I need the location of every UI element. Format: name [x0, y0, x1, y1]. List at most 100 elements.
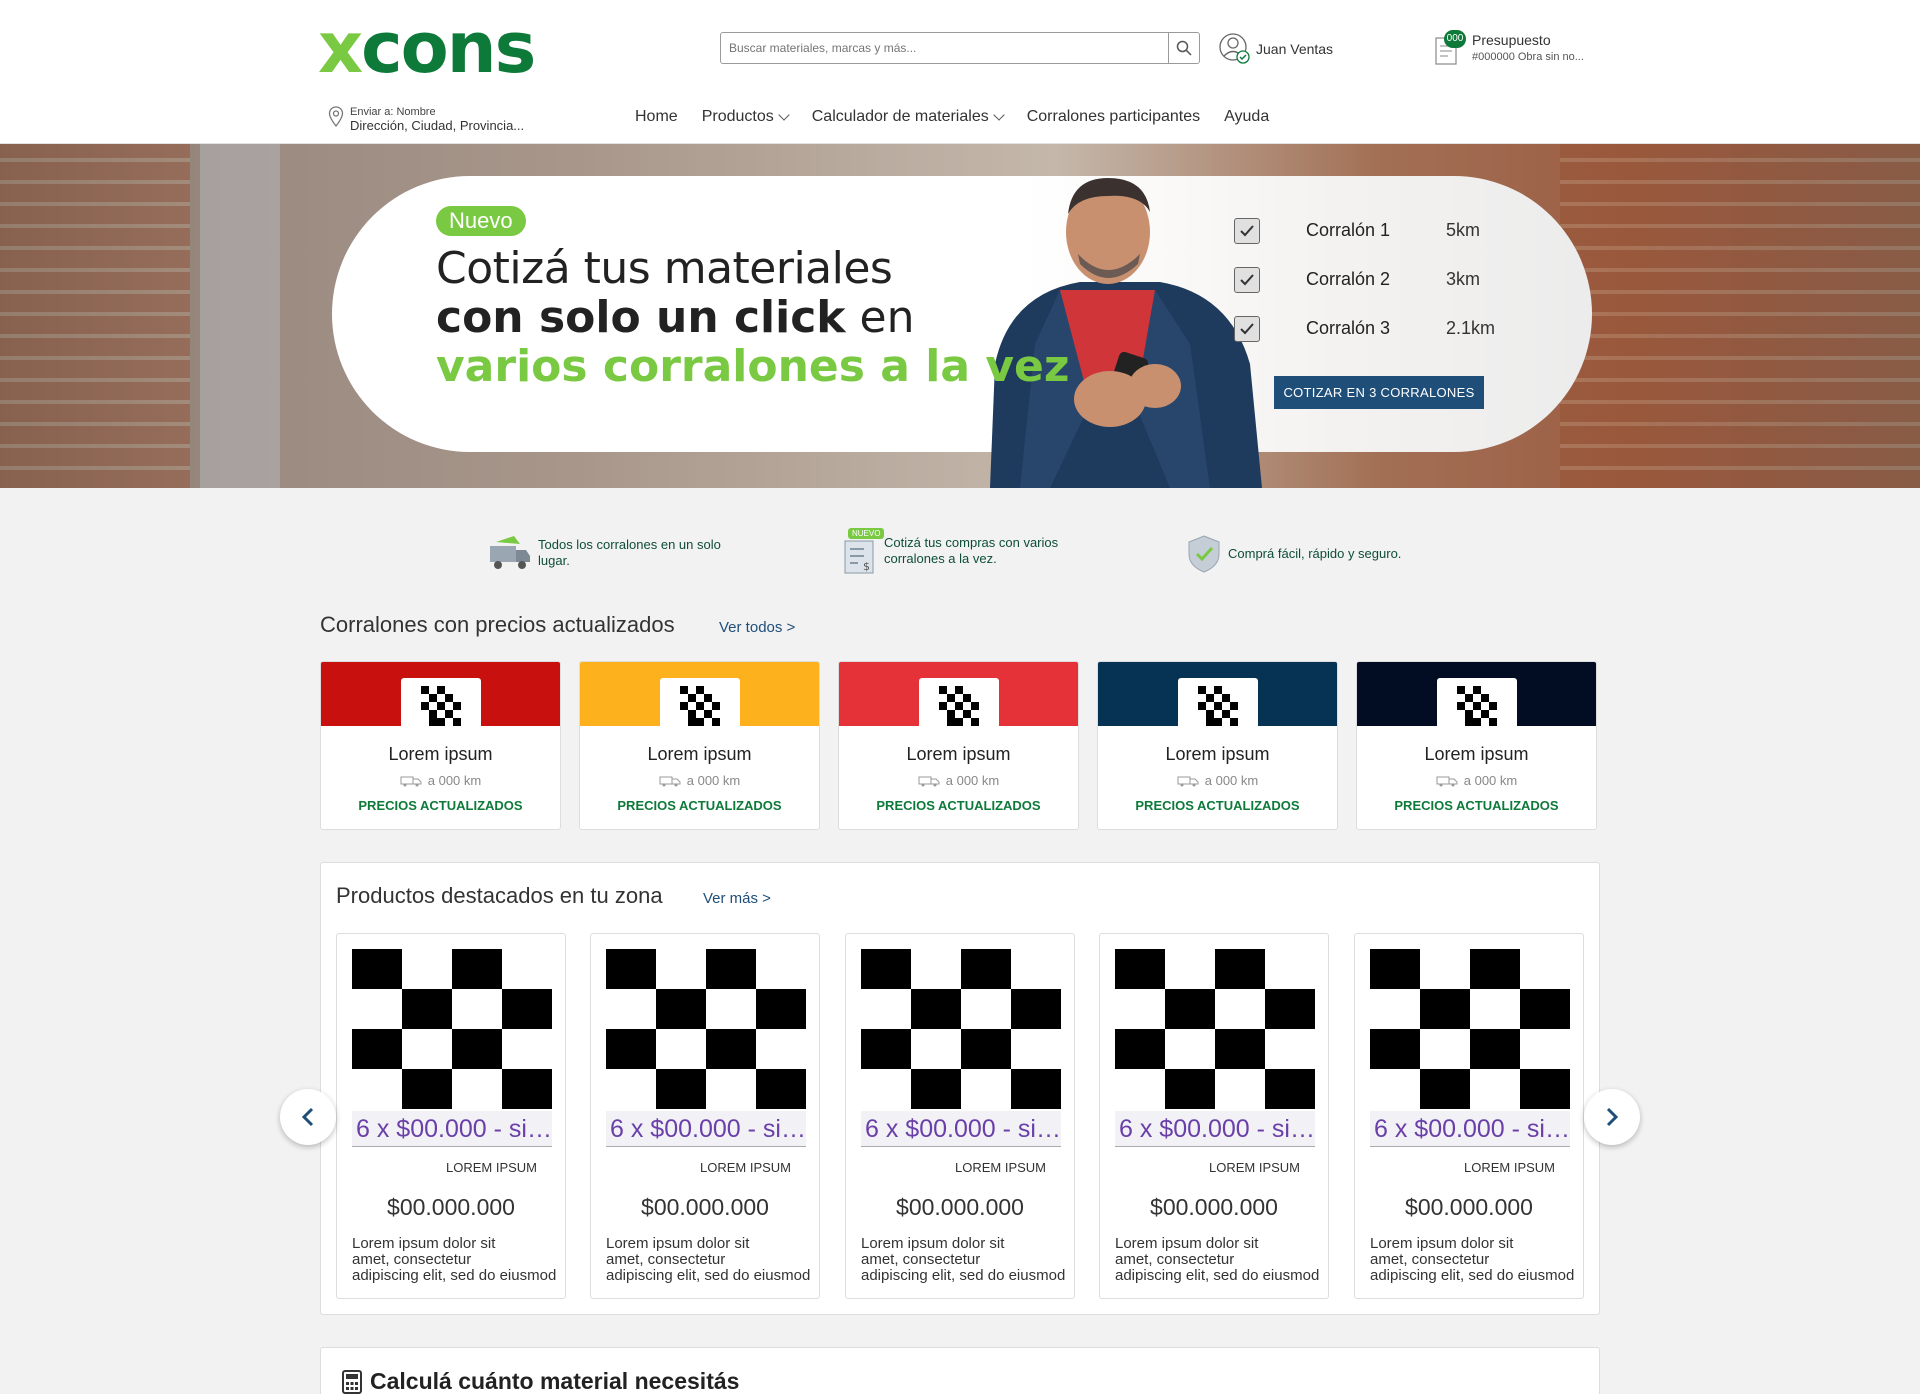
store-status: PRECIOS ACTUALIZADOS: [876, 798, 1041, 813]
store-checkbox[interactable]: [1234, 315, 1260, 342]
truck-icon: [400, 776, 422, 786]
store-card[interactable]: Lorem ipsum a 000 km PRECIOS ACTUALIZADO…: [579, 661, 820, 830]
store-checkbox[interactable]: [1234, 217, 1260, 244]
hero-headline: Cotizá tus materiales con solo un click …: [436, 244, 1070, 391]
store-status: PRECIOS ACTUALIZADOS: [1135, 798, 1300, 813]
store-card[interactable]: Lorem ipsum a 000 km PRECIOS ACTUALIZADO…: [320, 661, 561, 830]
truck-icon: [918, 776, 940, 786]
site-header: xcons Juan Ventas 000 Presupuesto #00000…: [0, 0, 1920, 144]
product-card[interactable]: 6 x $00.000 - sin interés LOREM IPSUM $0…: [1099, 933, 1329, 1299]
budget-title: Presupuesto: [1472, 32, 1551, 48]
hero-store-checklist: Corralón 1 5km Corralón 2 3km Corralón 3…: [1234, 206, 1495, 353]
calculator-icon: [342, 1369, 362, 1394]
store-name: Lorem ipsum: [388, 744, 493, 764]
stores-section-title: Corralones con precios actualizados: [320, 612, 675, 637]
hero-store-name: Corralón 1: [1306, 220, 1391, 240]
products-section-title: Productos destacados en tu zona: [336, 883, 663, 908]
nav-ayuda[interactable]: Ayuda: [1224, 108, 1269, 126]
store-checkbox[interactable]: [1234, 266, 1260, 293]
truck-icon: [659, 776, 681, 786]
product-brand: LOREM IPSUM: [1208, 1160, 1300, 1175]
user-menu[interactable]: Juan Ventas: [1218, 32, 1333, 66]
product-card[interactable]: 6 x $00.000 - sin interés LOREM IPSUM $0…: [590, 933, 820, 1299]
user-name: Juan Ventas: [1256, 41, 1334, 57]
budget-subtitle: #000000 Obra sin no...: [1472, 51, 1584, 63]
truck-icon: [1177, 776, 1199, 786]
ship-to-address[interactable]: Enviar a: Nombre Dirección, Ciudad, Prov…: [328, 106, 524, 134]
chevron-right-icon: [1606, 1107, 1619, 1127]
nuevo-mini-badge: NUEVO: [848, 528, 885, 539]
store-distance: a 000 km: [321, 773, 560, 788]
store-name: Lorem ipsum: [906, 744, 1011, 764]
product-description: Lorem ipsum dolor sit amet, consectetur ad…: [1115, 1236, 1320, 1284]
hero-store-row: Corralón 1 5km: [1234, 206, 1495, 255]
hero-headline-line1: Cotizá tus materiales: [436, 243, 893, 294]
nav-corralones[interactable]: Corralones participantes: [1027, 108, 1200, 126]
store-distance-text: a 000 km: [1204, 773, 1259, 788]
store-distance: a 000 km: [580, 773, 819, 788]
search-input[interactable]: [721, 33, 1169, 63]
hero-headline-rest: en: [845, 292, 915, 343]
checkmark-icon: [1240, 224, 1254, 236]
store-card-banner: [580, 662, 819, 738]
product-image: [352, 949, 552, 1109]
xcons-logo[interactable]: x cons: [318, 7, 568, 89]
store-card[interactable]: Lorem ipsum a 000 km PRECIOS ACTUALIZADO…: [838, 661, 1079, 830]
store-distance-text: a 000 km: [686, 773, 741, 788]
product-description: Lorem ipsum dolor sit amet, consectetur ad…: [1370, 1236, 1575, 1284]
nav-ayuda-label: Ayuda: [1224, 108, 1270, 125]
product-price: $00.000.000: [1405, 1194, 1533, 1220]
product-image: [606, 949, 806, 1109]
checkmark-icon: [1240, 322, 1254, 334]
chevron-down-icon: [993, 109, 1005, 121]
store-name: Lorem ipsum: [1424, 744, 1529, 764]
nav-productos[interactable]: Productos: [701, 108, 790, 126]
product-image: [1370, 949, 1570, 1109]
store-card[interactable]: Lorem ipsum a 000 km PRECIOS ACTUALIZADO…: [1097, 661, 1338, 830]
nav-corralones-label: Corralones participantes: [1026, 108, 1201, 125]
product-desc-line: amet, consectetur: [352, 1252, 472, 1268]
hero-store-row: Corralón 2 3km: [1234, 255, 1495, 304]
product-promo: 6 x $00.000 - sin interés: [1370, 1111, 1570, 1147]
search-button[interactable]: [1168, 33, 1199, 63]
product-card[interactable]: 6 x $00.000 - sin interés LOREM IPSUM $0…: [336, 933, 566, 1299]
search-icon: [1176, 40, 1192, 56]
products-view-more-link[interactable]: Ver más >: [703, 890, 771, 907]
logo-x: x: [318, 7, 363, 89]
store-status: PRECIOS ACTUALIZADOS: [617, 798, 782, 813]
store-distance-text: a 000 km: [1463, 773, 1518, 788]
nav-productos-label: Productos: [701, 108, 774, 125]
product-desc-line: adipiscing elit, sed do eiusmod: [1370, 1268, 1575, 1284]
hero-banner: Nuevo Cotizá tus materiales con solo un …: [0, 144, 1920, 488]
store-distance-text: a 000 km: [427, 773, 482, 788]
user-verified-icon: [1219, 33, 1250, 64]
product-desc-line: adipiscing elit, sed do eiusmod: [1115, 1268, 1320, 1284]
truck-icon: [1436, 776, 1458, 786]
product-card[interactable]: 6 x $00.000 - sin interés LOREM IPSUM $0…: [1354, 933, 1584, 1299]
ship-to-address-text: Dirección, Ciudad, Provincia...: [350, 118, 525, 133]
store-logo: [660, 678, 740, 738]
product-price: $00.000.000: [387, 1194, 515, 1220]
stores-view-all-link[interactable]: Ver todos >: [719, 619, 795, 636]
cotizar-button[interactable]: COTIZAR EN 3 CORRALONES: [1274, 376, 1484, 409]
hero-headline-bold: con solo un click: [436, 292, 846, 343]
product-price: $00.000.000: [641, 1194, 769, 1220]
budget-count-badge: 000: [1444, 30, 1466, 48]
feature-multi-quote: NUEVO $ Cotizá tus compras con varios co…: [844, 528, 1084, 574]
hero-store-row: Corralón 3 2.1km: [1234, 304, 1495, 353]
product-desc-line: Lorem ipsum dolor sit: [861, 1236, 1005, 1252]
carousel-prev-button[interactable]: [280, 1089, 336, 1145]
product-desc-line: amet, consectetur: [1370, 1252, 1490, 1268]
store-card-banner: [321, 662, 560, 738]
carousel-next-button[interactable]: [1584, 1089, 1640, 1145]
truck-icon: [490, 536, 530, 569]
store-card[interactable]: Lorem ipsum a 000 km PRECIOS ACTUALIZADO…: [1356, 661, 1597, 830]
feature-text: Todos los corralones en un solo lugar.: [538, 537, 721, 568]
store-card-banner: [1098, 662, 1337, 738]
product-card[interactable]: 6 x $00.000 - sin interés LOREM IPSUM $0…: [845, 933, 1075, 1299]
store-distance: a 000 km: [1357, 773, 1596, 788]
product-desc-line: adipiscing elit, sed do eiusmod: [352, 1268, 557, 1284]
main-nav: Home Productos Calculador de materiales …: [635, 108, 1293, 126]
nav-calculador[interactable]: Calculador de materiales: [812, 108, 1005, 126]
nav-home[interactable]: Home: [635, 108, 678, 126]
